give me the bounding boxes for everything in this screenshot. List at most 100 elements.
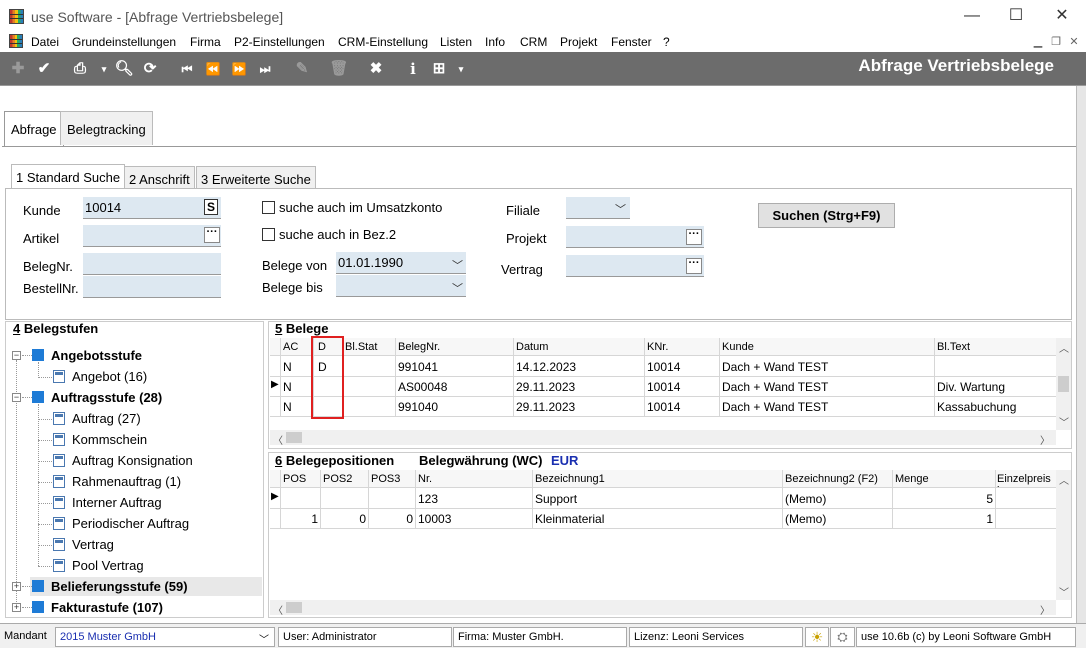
col-kunde[interactable]: Kunde <box>722 341 754 353</box>
tab-erweiterte-suche[interactable]: 3 Erweiterte Suche <box>196 166 316 188</box>
scroll-down-icon[interactable]: ﹀ <box>1059 414 1069 429</box>
grid-icon[interactable]: ⊞ <box>429 59 449 79</box>
belege-von-input[interactable]: 01.01.1990 <box>336 252 466 274</box>
menu-p2-einstellungen[interactable]: P2-Einstellungen <box>234 35 325 49</box>
refresh-icon[interactable]: ⟳ <box>140 59 160 79</box>
tree-auftragsstufe[interactable]: Auftragsstufe (28) <box>51 390 162 405</box>
menu-projekt[interactable]: Projekt <box>560 35 597 49</box>
col-einzelpreis[interactable]: Einzelpreis in <box>997 473 1056 488</box>
cancel-icon[interactable]: ✖ <box>366 59 386 79</box>
col-nr[interactable]: Nr. <box>418 473 432 485</box>
mdi-close-icon[interactable]: ✕ <box>1067 35 1081 48</box>
menu-datei[interactable]: Datei <box>31 35 59 49</box>
tab-standard-suche[interactable]: 1 Standard Suche <box>11 164 126 188</box>
col-pos2[interactable]: POS2 <box>323 473 352 485</box>
first-icon[interactable]: ⏮ <box>177 59 197 79</box>
tree-periodischer-auftrag[interactable]: Periodischer Auftrag <box>72 516 189 531</box>
tree-rahmenauftrag[interactable]: Rahmenauftrag (1) <box>72 474 181 489</box>
menu-info[interactable]: Info <box>485 35 505 49</box>
kunde-select-button[interactable]: S <box>204 199 218 215</box>
vertrag-ellipsis-button[interactable]: ··· <box>686 258 702 274</box>
tree-angebotsstufe[interactable]: Angebotsstufe <box>51 348 142 363</box>
bez2-checkbox[interactable] <box>262 228 275 241</box>
belege-horizontal-scrollbar[interactable] <box>270 430 1056 445</box>
tab-belegtracking[interactable]: Belegtracking <box>60 111 153 145</box>
col-bezeichnung1[interactable]: Bezeichnung1 <box>535 473 605 485</box>
prev-icon[interactable]: ⏪ <box>203 59 223 79</box>
tree-interner-auftrag[interactable]: Interner Auftrag <box>72 495 162 510</box>
tree-fakturastufe[interactable]: Fakturastufe (107) <box>51 600 163 615</box>
expander-belieferungsstufe[interactable]: + <box>12 582 21 591</box>
dropdown-icon[interactable]: ▾ <box>94 59 114 79</box>
artikel-ellipsis-button[interactable]: ··· <box>204 227 220 243</box>
belegnr-input[interactable] <box>83 253 221 275</box>
network-icon[interactable]: ⛭ <box>830 627 855 647</box>
tab-anschrift[interactable]: 2 Anschrift <box>124 166 195 188</box>
sun-icon[interactable]: ☀ <box>805 627 829 647</box>
scroll-left-icon[interactable]: 〈 <box>273 432 283 447</box>
mdi-app-icon[interactable] <box>9 34 23 48</box>
next-icon[interactable]: ⏩ <box>229 59 249 79</box>
umsatzkonto-checkbox[interactable] <box>262 201 275 214</box>
positionen-vertical-scrollbar[interactable] <box>1056 470 1071 600</box>
tree-belieferungsstufe[interactable]: Belieferungsstufe (59) <box>51 579 188 594</box>
kunde-input[interactable]: 10014 <box>83 197 221 219</box>
maximize-button[interactable]: ☐ <box>1006 6 1026 26</box>
edit-icon[interactable]: ✎ <box>292 59 312 79</box>
add-icon[interactable]: ✚ <box>8 59 28 79</box>
suchen-button[interactable]: Suchen (Strg+F9) <box>758 203 895 228</box>
scroll-thumb[interactable] <box>1058 376 1069 392</box>
scroll-right-icon[interactable]: 〉 <box>1040 432 1050 447</box>
print-icon[interactable]: ⎙ <box>70 59 90 79</box>
tree-kommschein[interactable]: Kommschein <box>72 432 147 447</box>
tree-angebot[interactable]: Angebot (16) <box>72 369 147 384</box>
bestellnr-input[interactable] <box>83 276 221 298</box>
scroll-up-icon[interactable]: ︿ <box>1059 472 1069 487</box>
scroll-right-icon[interactable]: 〉 <box>1040 602 1050 617</box>
filiale-dropdown-icon[interactable]: ﹀ <box>615 201 626 217</box>
close-button[interactable]: ✕ <box>1052 6 1072 26</box>
expander-angebotsstufe[interactable]: − <box>12 351 21 360</box>
menu-help[interactable]: ? <box>663 35 670 49</box>
projekt-ellipsis-button[interactable]: ··· <box>686 229 702 245</box>
col-bltext[interactable]: Bl.Text <box>937 341 970 353</box>
tree-pool-vertrag[interactable]: Pool Vertrag <box>72 558 144 573</box>
menu-crm[interactable]: CRM <box>520 35 547 49</box>
mandant-dropdown-icon[interactable]: ﹀ <box>259 631 269 646</box>
menu-firma[interactable]: Firma <box>190 35 221 49</box>
positionen-horizontal-scrollbar[interactable] <box>270 600 1056 615</box>
belege-von-dropdown-icon[interactable]: ﹀ <box>452 257 463 273</box>
expander-auftragsstufe[interactable]: − <box>12 393 21 402</box>
last-icon[interactable]: ⏭ <box>255 59 275 79</box>
menu-grundeinstellungen[interactable]: Grundeinstellungen <box>72 35 176 49</box>
col-menge[interactable]: Menge <box>895 473 929 485</box>
grid-dropdown-icon[interactable]: ▾ <box>451 59 471 79</box>
info-icon[interactable]: i <box>403 59 423 79</box>
tree-auftrag-konsignation[interactable]: Auftrag Konsignation <box>72 453 193 468</box>
tree-vertrag[interactable]: Vertrag <box>72 537 114 552</box>
col-bezeichnung2[interactable]: Bezeichnung2 (F2) <box>785 473 878 485</box>
menu-crm-einstellung[interactable]: CRM-Einstellung <box>338 35 428 49</box>
search-icon[interactable]: 🔍︎ <box>114 59 134 79</box>
artikel-input[interactable] <box>83 225 221 247</box>
right-splitter[interactable] <box>1076 86 1086 623</box>
col-belegnr[interactable]: BelegNr. <box>398 341 440 353</box>
mdi-minimize-icon[interactable]: ▁ <box>1031 35 1045 48</box>
menu-fenster[interactable]: Fenster <box>611 35 652 49</box>
scroll-down-icon[interactable]: ﹀ <box>1059 584 1069 599</box>
mandant-select[interactable]: 2015 Muster GmbH <box>55 627 275 647</box>
scroll-left-icon[interactable]: 〈 <box>273 602 283 617</box>
vertrag-input[interactable] <box>566 255 704 277</box>
col-ac[interactable]: AC <box>283 341 298 353</box>
belege-bis-dropdown-icon[interactable]: ﹀ <box>452 280 463 296</box>
delete-icon[interactable]: 🗑︎ <box>329 59 349 79</box>
tree-auftrag[interactable]: Auftrag (27) <box>72 411 141 426</box>
col-blstat[interactable]: Bl.Stat <box>345 341 377 353</box>
minimize-button[interactable]: — <box>962 6 982 26</box>
scroll-thumb[interactable] <box>286 602 302 613</box>
mdi-restore-icon[interactable]: ❐ <box>1049 35 1063 48</box>
col-pos[interactable]: POS <box>283 473 306 485</box>
belege-bis-input[interactable] <box>336 275 466 297</box>
tab-abfrage[interactable]: Abfrage <box>4 111 64 147</box>
col-pos3[interactable]: POS3 <box>371 473 400 485</box>
